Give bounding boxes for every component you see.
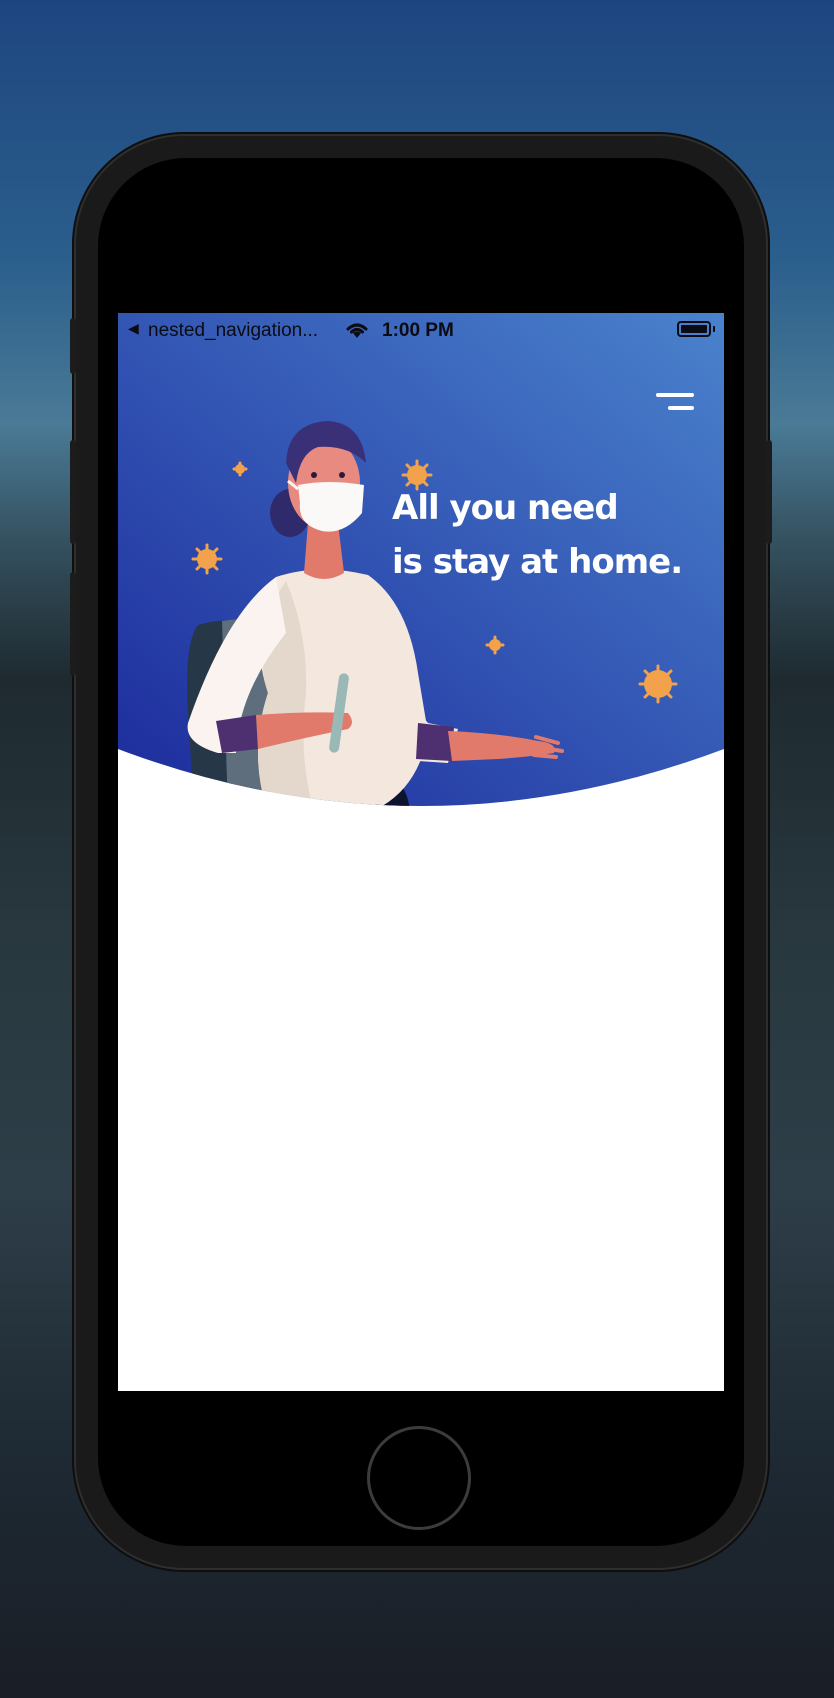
wifi-icon [344, 320, 370, 346]
back-to-app-icon[interactable]: ◀ [128, 320, 139, 337]
battery-level [681, 325, 707, 333]
content-area [118, 813, 724, 1391]
menu-icon [656, 393, 694, 397]
menu-button[interactable] [652, 389, 696, 419]
clock: 1:00 PM [382, 320, 454, 341]
battery-icon [677, 321, 711, 337]
power-button [766, 440, 772, 544]
menu-icon [668, 406, 694, 410]
app-screen: ◀ nested_navigation... 1:00 PM All you n… [118, 313, 724, 1391]
volume-down-button [70, 572, 76, 676]
home-button[interactable] [367, 1426, 471, 1530]
status-bar: ◀ nested_navigation... 1:00 PM [118, 313, 724, 347]
battery-tip [713, 326, 715, 332]
hero-section: ◀ nested_navigation... 1:00 PM All you n… [118, 313, 724, 813]
hero-headline: All you need is stay at home. [392, 481, 683, 589]
mute-switch [70, 318, 76, 374]
volume-up-button [70, 440, 76, 544]
back-to-app-label[interactable]: nested_navigation... [148, 320, 318, 342]
headline-line-2: is stay at home. [392, 542, 683, 582]
headline-line-1: All you need [392, 488, 619, 528]
